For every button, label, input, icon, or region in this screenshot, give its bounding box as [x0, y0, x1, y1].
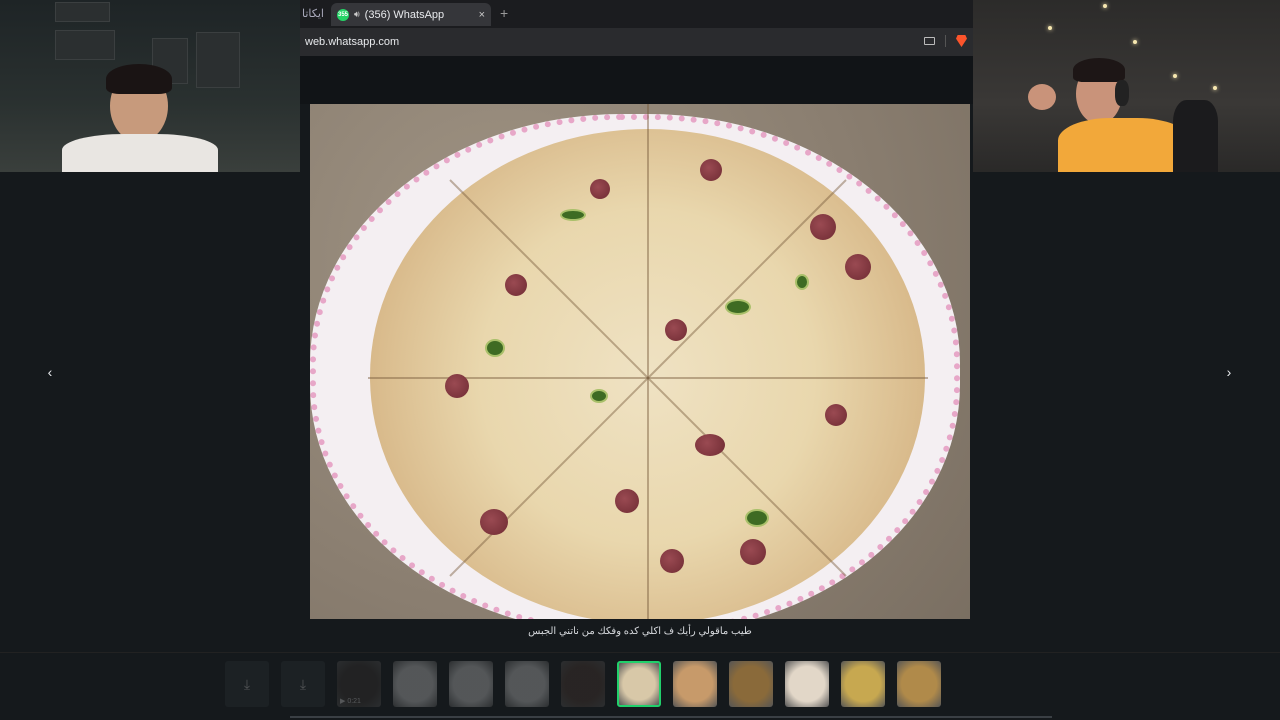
video-duration: ▶ 0:21: [340, 698, 361, 705]
media-caption: طيب ماقولي رأيك ف اكلي كده وفكك من ناتني…: [528, 626, 752, 637]
brave-shield-icon[interactable]: [956, 35, 967, 47]
download-icon: ⤓: [243, 676, 251, 692]
previous-media-button[interactable]: ‹: [40, 362, 60, 382]
tab-title: (356) WhatsApp: [364, 8, 445, 21]
media-thumbnail[interactable]: [897, 661, 941, 707]
speaker-icon[interactable]: 🔊︎: [354, 9, 360, 20]
media-thumbnail[interactable]: [449, 661, 493, 707]
media-thumbnail[interactable]: ⤓: [281, 661, 325, 707]
whatsapp-favicon-icon: 355: [337, 8, 349, 21]
download-icon: ⤓: [299, 676, 307, 692]
streamer-hair: [106, 64, 172, 94]
tab-strip: ايكاتا 355 🔊︎ (356) WhatsApp × +: [300, 0, 973, 28]
media-thumbnail[interactable]: [393, 661, 437, 707]
media-thumbnail[interactable]: ▶ 0:21: [337, 661, 381, 707]
media-thumbnail[interactable]: [673, 661, 717, 707]
tab-previous[interactable]: ايكاتا: [300, 0, 324, 28]
media-thumbnail[interactable]: [505, 661, 549, 707]
streamer-shirt: [1058, 118, 1190, 172]
media-viewer-header: [300, 56, 973, 104]
media-thumbnail[interactable]: [729, 661, 773, 707]
webcam-right: [973, 0, 1280, 172]
wall-shelf: [55, 30, 115, 60]
webcam-left: [0, 0, 300, 172]
media-thumbnail[interactable]: [785, 661, 829, 707]
wall-shelf: [55, 2, 110, 22]
next-media-button[interactable]: ›: [1219, 362, 1239, 382]
media-thumbnail[interactable]: [617, 661, 661, 707]
streamer-shirt: [62, 134, 218, 172]
media-thumbnail[interactable]: [561, 661, 605, 707]
thumbnail-scrollbar[interactable]: [290, 716, 1052, 718]
close-icon[interactable]: ×: [479, 9, 485, 21]
tab-whatsapp[interactable]: 355 🔊︎ (356) WhatsApp ×: [331, 3, 491, 26]
media-thumbnail[interactable]: ⤓: [225, 661, 269, 707]
browser-window: ايكاتا 355 🔊︎ (356) WhatsApp × + web.wha…: [300, 0, 973, 56]
cast-icon[interactable]: [924, 37, 935, 45]
divider: [945, 35, 946, 47]
media-thumbnail[interactable]: [841, 661, 885, 707]
media-photo[interactable]: [310, 104, 970, 619]
media-thumbnail-strip: ⤓ ⤓ ▶ 0:21: [0, 652, 1280, 720]
streamer-hair: [1073, 58, 1125, 82]
chair: [1173, 100, 1218, 172]
address-bar[interactable]: web.whatsapp.com: [300, 28, 973, 56]
wall-poster: [196, 32, 240, 88]
screen: ايكاتا 355 🔊︎ (356) WhatsApp × + web.wha…: [0, 0, 1280, 720]
new-tab-button[interactable]: +: [500, 5, 508, 21]
url-text[interactable]: web.whatsapp.com: [305, 36, 399, 48]
pizza: [367, 104, 928, 619]
streamer-hand: [1028, 84, 1056, 110]
headset-icon: [1115, 80, 1129, 106]
